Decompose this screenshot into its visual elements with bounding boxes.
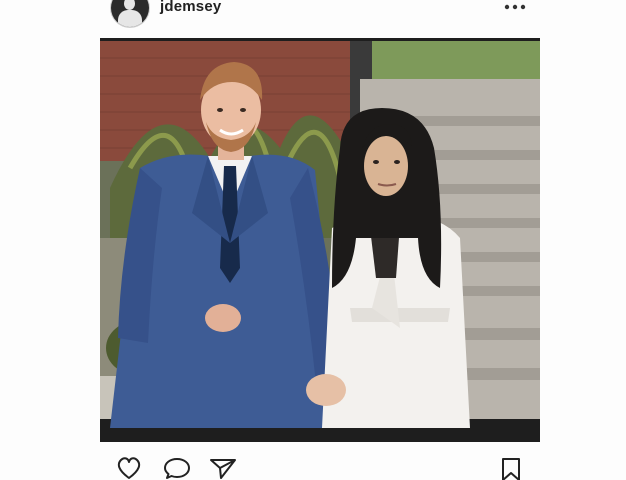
comment-icon[interactable] — [162, 456, 192, 480]
heart-icon[interactable] — [114, 456, 144, 480]
action-bar — [0, 448, 626, 480]
more-options-icon[interactable] — [503, 0, 527, 14]
post-header: jdemsey — [0, 0, 626, 34]
bookmark-icon[interactable] — [496, 456, 526, 480]
post-photo[interactable] — [100, 38, 540, 442]
avatar-head — [124, 0, 135, 10]
photo-illustration — [100, 38, 540, 442]
avatar[interactable] — [111, 0, 149, 27]
avatar-body — [118, 10, 142, 27]
username[interactable]: jdemsey — [160, 0, 221, 16]
send-icon[interactable] — [208, 456, 238, 480]
